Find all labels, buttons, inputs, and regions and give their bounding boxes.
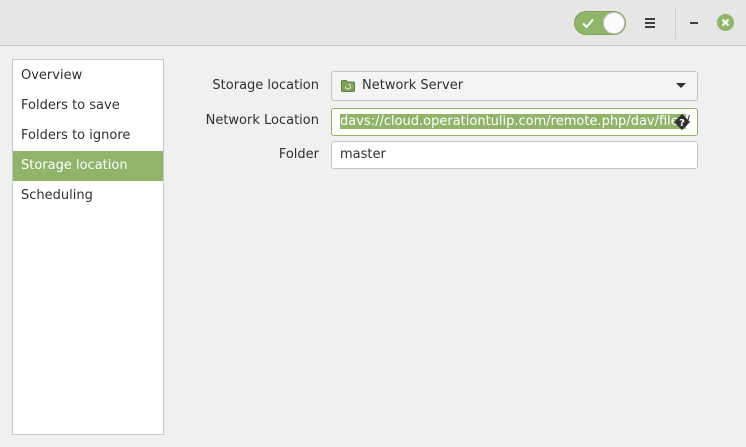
check-icon [582,18,594,29]
sidebar-item-scheduling[interactable]: Scheduling [13,181,163,211]
minimize-icon[interactable] [683,11,707,35]
sidebar-item-label: Folders to ignore [21,128,131,143]
sidebar-item-label: Overview [21,68,83,83]
folder-icon [341,80,355,92]
sidebar-item-label: Folders to save [21,98,120,113]
sidebar-item-folders-to-save[interactable]: Folders to save [13,91,163,121]
svg-text:?: ? [679,118,685,129]
folder-input[interactable]: master [331,141,698,169]
help-icon[interactable]: ? [674,114,690,130]
hamburger-menu-icon[interactable] [638,11,662,35]
folder-label: Folder [278,147,319,162]
network-location-label: Network Location [205,113,319,128]
header-bar [0,0,746,46]
sidebar-item-folders-to-ignore[interactable]: Folders to ignore [13,121,163,151]
network-location-selected-text: davs://cloud.operationtulip.com/remote.p… [340,114,686,129]
toggle-knob [603,12,625,34]
network-location-input[interactable]: davs://cloud.operationtulip.com/remote.p… [331,108,698,136]
sidebar-item-storage-location[interactable]: Storage location [13,151,163,181]
header-separator [675,7,676,39]
folder-value: master [340,147,386,162]
sidebar-item-label: Storage location [21,158,128,173]
close-icon[interactable] [717,14,734,31]
sidebar: Overview Folders to save Folders to igno… [12,59,164,435]
storage-location-dropdown[interactable]: Network Server [331,71,698,101]
enable-toggle-switch[interactable] [574,11,626,35]
sidebar-item-overview[interactable]: Overview [13,61,163,91]
app-window: Overview Folders to save Folders to igno… [0,0,746,447]
storage-location-value: Network Server [362,78,464,93]
storage-location-label: Storage location [212,78,319,93]
sidebar-item-label: Scheduling [21,188,93,203]
chevron-down-icon [676,83,686,88]
network-location-value: davs://cloud.operationtulip.com/remote.p… [340,109,690,135]
